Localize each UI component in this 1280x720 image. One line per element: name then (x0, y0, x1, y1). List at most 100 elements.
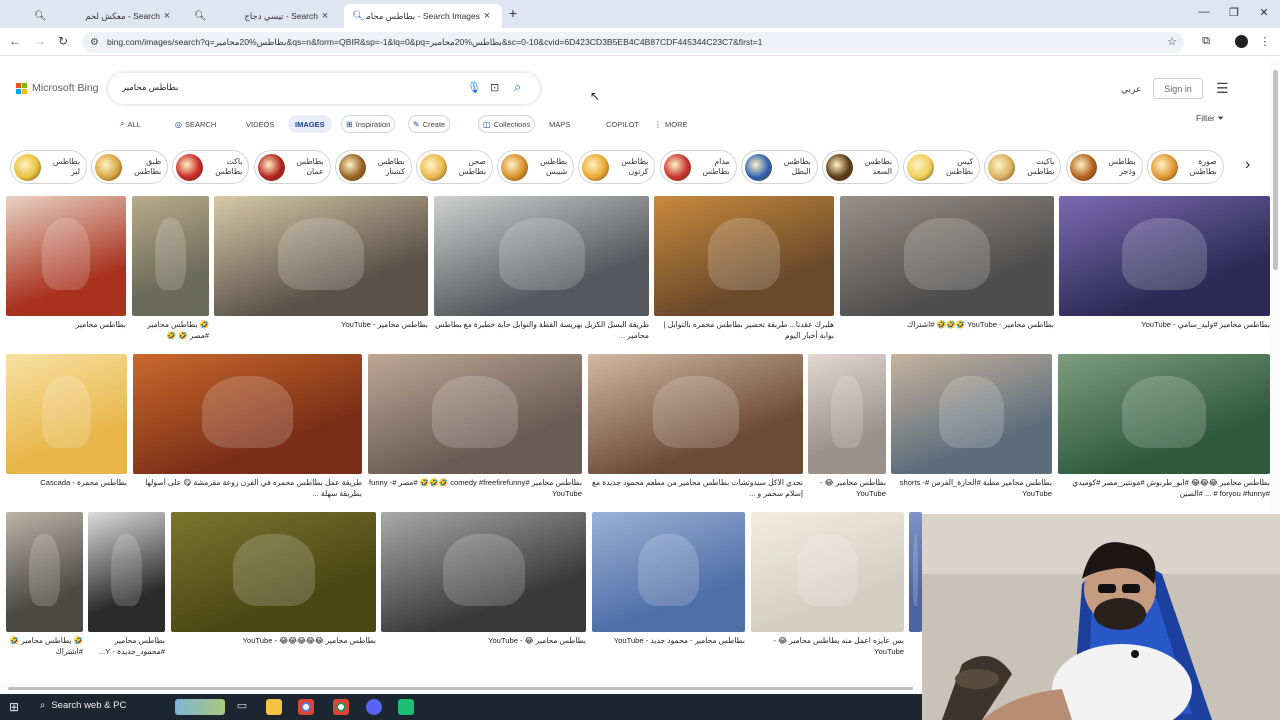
reload-icon[interactable]: ↻ (55, 34, 71, 48)
profile-avatar[interactable] (1235, 35, 1248, 48)
scope-more[interactable]: ⋮ MORE (650, 115, 692, 133)
bing-logo[interactable]: Microsoft Bing (16, 82, 99, 94)
file-explorer-icon[interactable] (266, 699, 282, 715)
horizontal-scrollbar[interactable] (0, 684, 922, 692)
image-result-thumbnail[interactable] (808, 354, 886, 474)
back-icon[interactable]: ← (7, 34, 23, 48)
scope-inspiration[interactable]: ⊞ Inspiration (341, 115, 396, 133)
taskbar-widget-image[interactable] (175, 699, 225, 715)
favorite-star-icon[interactable]: ☆ (1165, 35, 1179, 48)
scope-collections[interactable]: ◫ Collections (478, 115, 536, 133)
image-result-caption[interactable]: بطاطس محامير (6, 320, 126, 342)
image-result-caption[interactable]: بطاطس محامير - YouTube 🤣🤣🤣 #اشتراك (840, 320, 1054, 342)
chrome-profile-icon[interactable] (333, 699, 349, 715)
scope-maps[interactable]: MAPS (545, 115, 574, 133)
hamburger-menu-icon[interactable]: ☰ (1216, 80, 1229, 97)
image-result-caption[interactable]: بطاطس محامير - YouTube (214, 320, 428, 342)
tab-2[interactable]: 🔍︎ Search - تيسي دجاج × (186, 4, 340, 28)
close-tab-icon[interactable]: × (160, 10, 174, 22)
image-result-thumbnail[interactable] (88, 512, 165, 632)
related-search-chip[interactable]: بطاطس ليز (10, 150, 87, 184)
scope-videos[interactable]: VIDEOS (242, 115, 278, 133)
image-result-thumbnail[interactable] (592, 512, 745, 632)
windows-start-icon[interactable]: ⊞ (9, 700, 19, 714)
search-icon[interactable]: ⌕ (514, 79, 521, 95)
related-search-chip[interactable]: بطاطس كشنار (334, 150, 412, 184)
image-result-caption[interactable]: بطاطس محامير 😂 - YouTube (381, 636, 586, 658)
image-result-thumbnail[interactable] (1059, 196, 1270, 316)
scope-images[interactable]: IMAGES (288, 115, 332, 133)
menu-dots-icon[interactable]: ⋮ (1258, 35, 1272, 48)
image-result-thumbnail[interactable] (133, 354, 362, 474)
related-search-chip[interactable]: صورة بطاطس (1146, 150, 1224, 184)
image-result-caption[interactable]: 🤣 بطاطس محامير #مصر 🤣 🤣 (132, 320, 209, 342)
chrome-icon[interactable] (298, 699, 314, 715)
search-box[interactable]: بطاطس محامير 🎙︎ ⊡ ⌕ (108, 73, 540, 104)
image-result-caption[interactable]: بطاطس محامير 😂 - YouTube (808, 478, 886, 500)
image-result-thumbnail[interactable] (891, 354, 1052, 474)
image-result-thumbnail[interactable] (909, 512, 922, 632)
image-result-thumbnail[interactable] (6, 512, 83, 632)
image-result-thumbnail[interactable] (132, 196, 209, 316)
scope-all[interactable]: ⌕ ALL (116, 115, 145, 133)
scope-search[interactable]: ◎ SEARCH (171, 115, 220, 133)
image-result-thumbnail[interactable] (368, 354, 582, 474)
image-result-thumbnail[interactable] (214, 196, 428, 316)
image-result-caption[interactable]: بطاطس محامير 😂😂😂😂😂 - YouTube (171, 636, 376, 658)
image-result-caption[interactable]: بطاطس محامير - محمود جديد - YouTube (592, 636, 745, 658)
new-tab-button[interactable]: + (505, 5, 521, 21)
minimize-button[interactable]: — (1196, 6, 1212, 18)
tab-1[interactable]: 🔍︎ Search - معكش لحم × (26, 4, 182, 28)
microphone-icon[interactable]: 🎙︎ (467, 81, 481, 94)
url-field[interactable]: ⚙ bing.com/images/search?q=بطاطس%20محامي… (82, 32, 1184, 53)
related-search-chip[interactable]: طبق بطاطس (91, 150, 169, 184)
visual-search-icon[interactable]: ⊡ (490, 81, 499, 94)
related-search-chip[interactable]: بطاطس البطل (740, 150, 818, 184)
image-result-thumbnail[interactable] (654, 196, 834, 316)
image-result-caption[interactable]: بطاطس محامير #وليد_سامي - YouTube (1059, 320, 1270, 342)
related-search-chip[interactable]: بطاطس كرتون (578, 150, 656, 184)
image-result-caption[interactable]: بطاطس محامير مظبة #الحارة_الفرس #shorts … (891, 478, 1052, 500)
site-info-icon[interactable]: ⚙ (90, 37, 99, 48)
related-search-chip[interactable]: كيس بطاطس (903, 150, 981, 184)
image-result-caption[interactable]: بطاطس محامير #محمود_جديدة - Y... (88, 636, 165, 658)
taskbar-search[interactable]: ⌕ Search web & PC (40, 700, 126, 711)
image-result-caption[interactable]: تحدي الاكل سندوتشات بطاطس محامير من مطعم… (588, 478, 803, 500)
vertical-scrollbar[interactable] (1271, 62, 1280, 514)
discord-icon[interactable] (366, 699, 382, 715)
image-result-caption[interactable]: 🤣 بطاطس محامير 🤣 #اشتراك (6, 636, 83, 658)
image-result-thumbnail[interactable] (840, 196, 1054, 316)
scope-create[interactable]: ✎ Create (408, 115, 451, 133)
related-search-chip[interactable]: مدام بطاطس (659, 150, 737, 184)
related-search-chip[interactable]: صحن بطاطس (416, 150, 493, 184)
scope-copilot[interactable]: COPILOT (602, 115, 643, 133)
image-result-thumbnail[interactable] (6, 196, 126, 316)
search-input[interactable]: بطاطس محامير (122, 82, 178, 93)
image-result-thumbnail[interactable] (171, 512, 376, 632)
image-result-thumbnail[interactable] (751, 512, 904, 632)
close-tab-icon[interactable]: × (318, 10, 332, 22)
image-result-thumbnail[interactable] (588, 354, 803, 474)
image-result-caption[interactable]: طريقة عمل بطاطس محمره في الفرن روعة مقرم… (133, 478, 362, 500)
filter-button[interactable]: Filter ⏷ (1196, 113, 1224, 124)
image-result-caption[interactable]: بطاطس محمرة - Cascada (6, 478, 127, 500)
image-result-thumbnail[interactable] (1058, 354, 1270, 474)
image-result-caption[interactable]: هلبرك عقدنا... طريقة تحضير بطاطس محمره ب… (654, 320, 834, 342)
related-search-chip[interactable]: بطاطس ودجز (1065, 150, 1143, 184)
restore-button[interactable]: ❐ (1226, 6, 1242, 19)
forward-icon[interactable]: → (32, 34, 48, 48)
sign-in-button[interactable]: Sign in (1153, 78, 1203, 99)
close-window-button[interactable]: ✕ (1256, 6, 1272, 19)
image-result-caption[interactable]: طريقة البسل الكريل بهريسة القطة والتوابل… (434, 320, 649, 342)
image-result-thumbnail[interactable] (381, 512, 586, 632)
task-view-icon[interactable]: ▭ (234, 699, 250, 715)
image-result-caption[interactable]: بطاطس محامير 😂😂😂 #ابو_طربوش #مونتير_مصر … (1058, 478, 1270, 500)
related-search-chip[interactable]: باكت بطاطس (172, 150, 250, 184)
related-search-chip[interactable]: بطاطس شيبس (497, 150, 575, 184)
close-tab-icon[interactable]: × (480, 10, 494, 22)
chevron-right-icon[interactable]: › (1245, 156, 1250, 174)
language-link[interactable]: عربي (1121, 84, 1141, 95)
app-icon[interactable] (398, 699, 414, 715)
related-search-chip[interactable]: بطاطس السعد (822, 150, 899, 184)
image-result-thumbnail[interactable] (434, 196, 649, 316)
